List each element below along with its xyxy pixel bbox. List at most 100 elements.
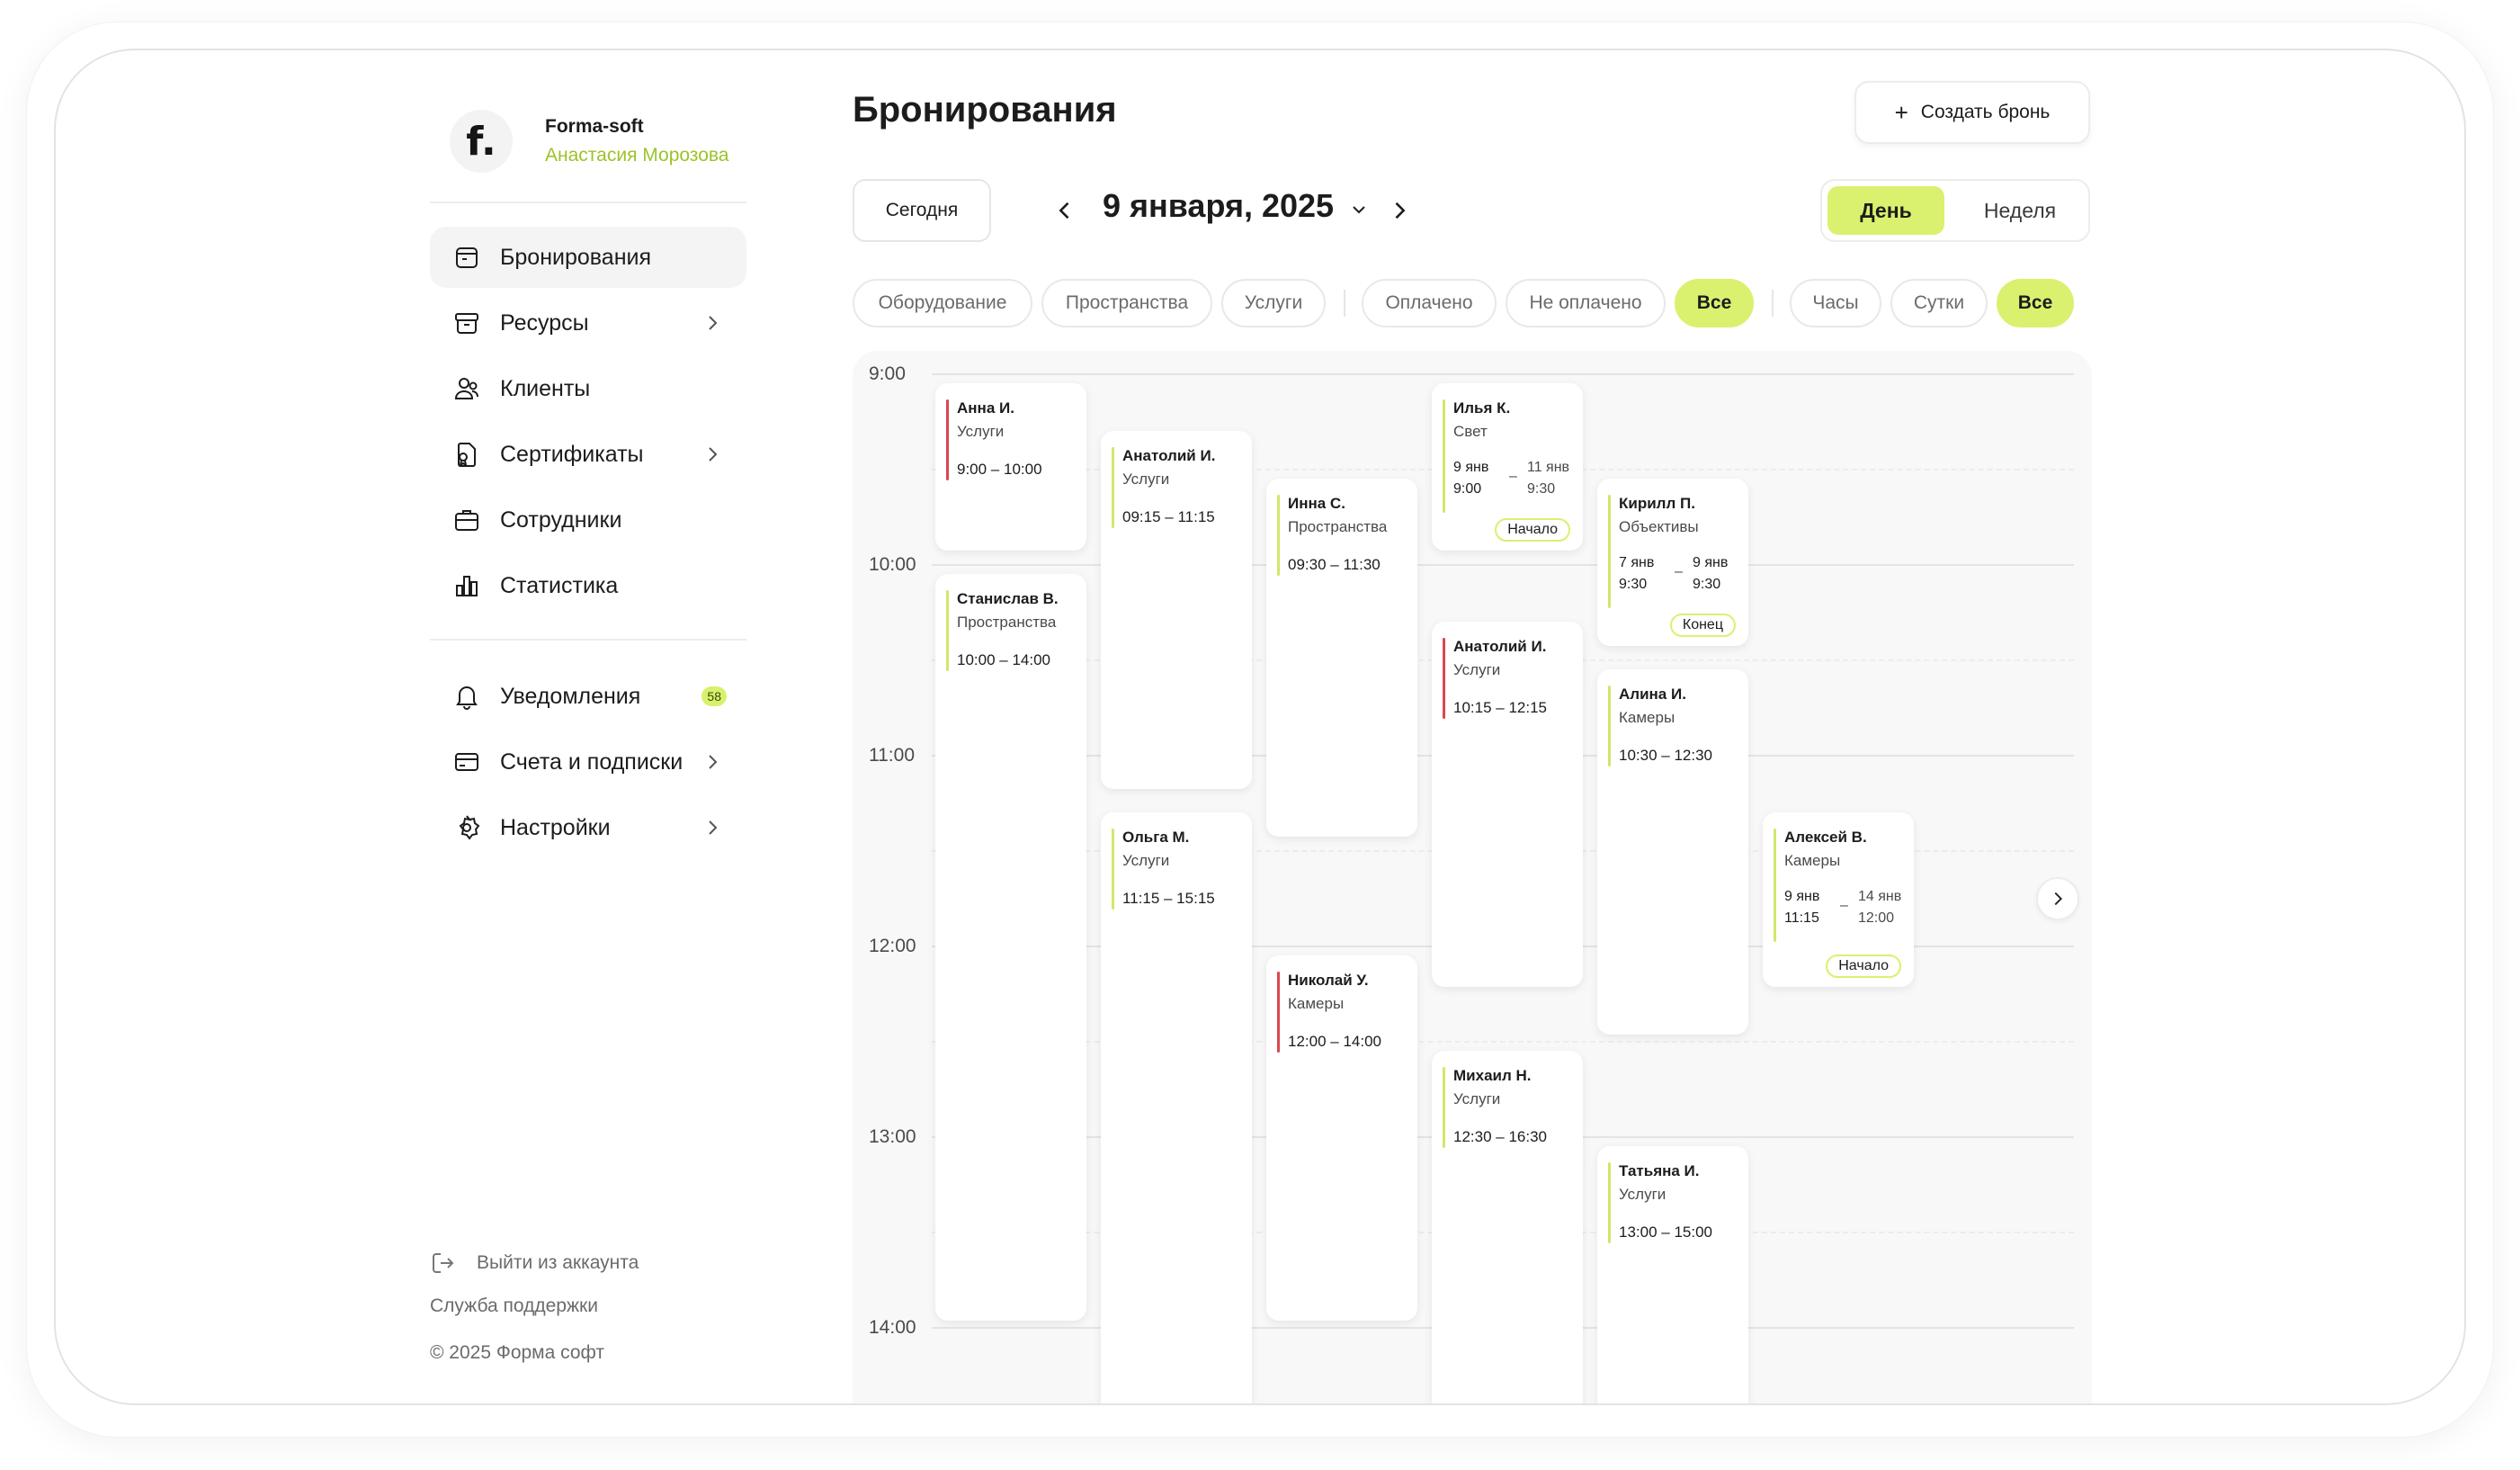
- filter-chip-payment-all[interactable]: Все: [1675, 279, 1754, 327]
- time-label: 12:00: [869, 936, 916, 956]
- sidebar-item-billing[interactable]: Счета и подписки: [430, 731, 746, 793]
- client-name: Николай У.: [1288, 972, 1369, 989]
- card-icon: [451, 747, 482, 777]
- plus-icon: +: [1894, 98, 1908, 126]
- sidebar-item-certificates[interactable]: Сертификаты: [430, 424, 746, 485]
- booking-time: 12:00 – 14:00: [1288, 1033, 1381, 1050]
- client-name: Татьяна И.: [1619, 1162, 1700, 1179]
- copyright-text: © 2025 Форма софт: [430, 1342, 604, 1363]
- filter-divider: [1772, 290, 1774, 317]
- user-name: Анастасия Морозова: [545, 145, 729, 166]
- booking-time: 09:15 – 11:15: [1122, 508, 1215, 525]
- logout-link[interactable]: Выйти из аккаунта: [430, 1250, 639, 1276]
- chevron-right-icon: [2054, 892, 2062, 906]
- sidebar-item-settings[interactable]: Настройки: [430, 797, 746, 858]
- sidebar-item-bookings[interactable]: Бронирования: [430, 227, 746, 288]
- filter-chip-hours[interactable]: Часы: [1790, 279, 1881, 327]
- view-toggle: День Неделя: [1820, 179, 2090, 242]
- booking-card[interactable]: Николай У. Камеры 12:00 – 14:00: [1266, 955, 1417, 1321]
- sidebar-item-label: Бронирования: [500, 244, 652, 270]
- users-icon: [451, 373, 482, 404]
- chevron-down-icon[interactable]: [1348, 199, 1370, 220]
- booking-card[interactable]: Алексей В. Камеры 9 янв 11:15 – 14 янв 12:…: [1763, 812, 1914, 987]
- next-day-button[interactable]: [1383, 194, 1416, 227]
- range-end: 14 янв 12:00: [1858, 889, 1902, 926]
- booking-card[interactable]: Татьяна И. Услуги 13:00 – 15:00: [1597, 1146, 1748, 1403]
- sidebar-item-label: Сотрудники: [500, 506, 622, 533]
- filter-chip-unpaid[interactable]: Не оплачено: [1506, 279, 1666, 327]
- booking-date-range: 9 янв 11:15 – 14 янв 12:00: [1784, 886, 1914, 929]
- logout-label: Выйти из аккаунта: [477, 1252, 639, 1273]
- booking-card[interactable]: Анатолий И. Услуги 09:15 – 11:15: [1101, 431, 1252, 789]
- status-bar: [1443, 1067, 1445, 1148]
- chevron-right-icon: [709, 755, 718, 769]
- filter-chip-equipment[interactable]: Оборудование: [853, 279, 1032, 327]
- booking-category: Услуги: [1619, 1186, 1667, 1203]
- booking-category: Услуги: [1453, 661, 1501, 678]
- booking-card[interactable]: Анатолий И. Услуги 10:15 – 12:15: [1432, 622, 1583, 987]
- booking-card[interactable]: Анна И. Услуги 9:00 – 10:00: [935, 383, 1086, 551]
- booking-category: Услуги: [1122, 852, 1170, 869]
- booking-card[interactable]: Станислав В. Пространства 10:00 – 14:00: [935, 574, 1086, 1321]
- view-week-button[interactable]: Неделя: [1957, 186, 2083, 235]
- sidebar-item-label: Уведомления: [500, 683, 641, 709]
- client-name: Анатолий И.: [1122, 447, 1216, 464]
- create-booking-button[interactable]: + Создать бронь: [1854, 81, 2090, 144]
- sidebar-item-resources[interactable]: Ресурсы: [430, 292, 746, 354]
- logout-icon: [433, 1253, 454, 1273]
- filter-chip-services[interactable]: Услуги: [1221, 279, 1326, 327]
- sidebar-item-clients[interactable]: Клиенты: [430, 358, 746, 419]
- range-start: 9 янв 11:15: [1784, 889, 1820, 926]
- booking-card[interactable]: Инна С. Пространства 09:30 – 11:30: [1266, 479, 1417, 837]
- booking-card[interactable]: Кирилл П. Объективы 7 янв 9:30 – 9 янв 9:3…: [1597, 479, 1748, 646]
- scroll-right-button[interactable]: [2036, 877, 2079, 920]
- status-bar: [1112, 829, 1114, 910]
- booking-time: 13:00 – 15:00: [1619, 1224, 1712, 1241]
- sidebar-divider: [430, 202, 746, 203]
- client-name: Михаил Н.: [1453, 1067, 1532, 1084]
- view-day-button[interactable]: День: [1827, 186, 1944, 235]
- status-bar: [1608, 1162, 1611, 1243]
- sidebar-item-staff[interactable]: Сотрудники: [430, 489, 746, 551]
- booking-card[interactable]: Илья К. Свет 9 янв 9:00 – 11 янв 9:30 Нача…: [1432, 383, 1583, 551]
- sidebar-item-statistics[interactable]: Статистика: [430, 555, 746, 616]
- chevron-right-icon: [709, 316, 718, 330]
- chart-icon: [451, 570, 482, 601]
- sidebar-item-label: Ресурсы: [500, 309, 589, 336]
- filter-chip-paid[interactable]: Оплачено: [1362, 279, 1497, 327]
- client-name: Ольга М.: [1122, 829, 1190, 846]
- booking-time: 10:15 – 12:15: [1453, 699, 1547, 716]
- prev-day-button[interactable]: [1049, 194, 1081, 227]
- booking-card[interactable]: Алина И. Камеры 10:30 – 12:30: [1597, 669, 1748, 1035]
- calendar-day-view[interactable]: 9:00 10:00 11:00 12:00 13:00 14:00 Анна …: [853, 351, 2092, 1403]
- filter-chip-duration-all[interactable]: Все: [1997, 279, 2074, 327]
- filter-chip-spaces[interactable]: Пространства: [1041, 279, 1212, 327]
- sidebar-divider: [430, 639, 746, 641]
- range-dash: –: [1675, 564, 1683, 579]
- certificate-icon: [451, 439, 482, 470]
- status-bar: [946, 590, 949, 671]
- status-bar: [1443, 399, 1445, 513]
- client-name: Илья К.: [1453, 399, 1511, 417]
- sidebar-item-notifications[interactable]: Уведомления 58: [430, 666, 746, 727]
- today-button[interactable]: Сегодня: [853, 179, 991, 242]
- client-name: Инна С.: [1288, 495, 1345, 512]
- notifications-count-badge: 58: [701, 686, 727, 706]
- brand-logo: f.: [450, 110, 513, 173]
- client-name: Алексей В.: [1784, 829, 1867, 846]
- support-link[interactable]: Служба поддержки: [430, 1295, 598, 1317]
- booking-card[interactable]: Ольга М. Услуги 11:15 – 15:15: [1101, 812, 1252, 1403]
- brand-block[interactable]: f. Forma-soft Анастасия Морозова: [450, 110, 728, 173]
- chevron-right-icon: [709, 447, 718, 462]
- booking-time: 10:30 – 12:30: [1619, 747, 1712, 764]
- company-name: Forma-soft: [545, 116, 644, 137]
- range-start: 7 янв 9:30: [1619, 555, 1655, 592]
- booking-date-range: 9 янв 9:00 – 11 янв 9:30: [1453, 457, 1583, 500]
- booking-time: 09:30 – 11:30: [1288, 556, 1381, 573]
- booking-card[interactable]: Михаил Н. Услуги 12:30 – 16:30: [1432, 1051, 1583, 1403]
- bell-icon: [451, 681, 482, 712]
- filter-chip-days[interactable]: Сутки: [1890, 279, 1988, 327]
- sidebar-item-label: Статистика: [500, 572, 619, 598]
- booking-category: Камеры: [1288, 995, 1345, 1012]
- current-date-picker[interactable]: 9 января, 2025: [1103, 187, 1334, 225]
